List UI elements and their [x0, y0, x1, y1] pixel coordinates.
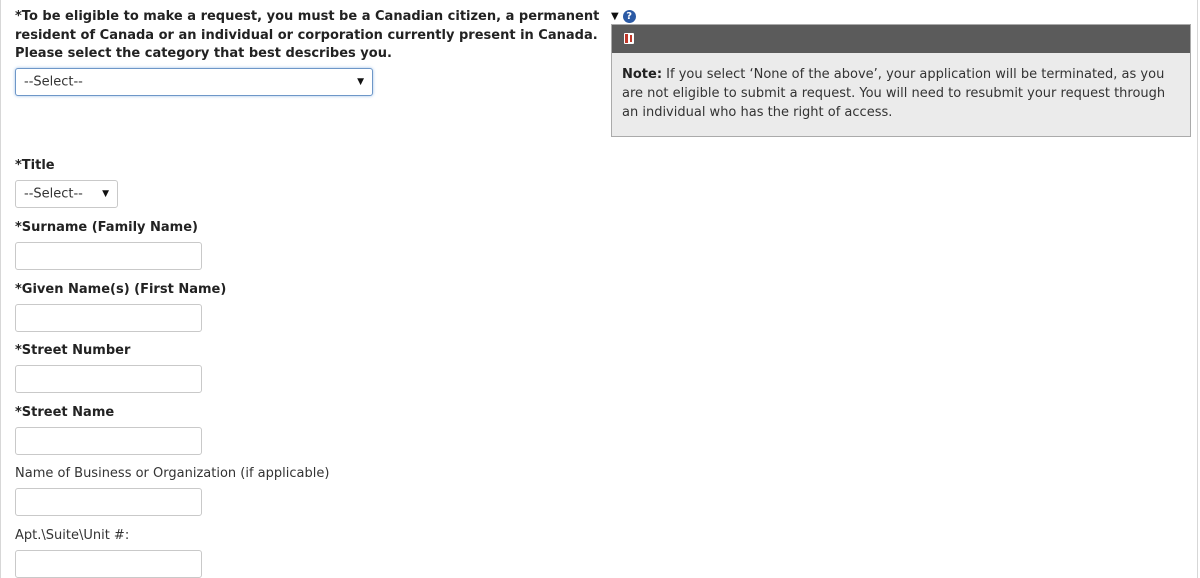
given-name-label: *Given Name(s) (First Name)	[15, 282, 227, 297]
surname-input[interactable]	[15, 242, 202, 270]
note-label: Note:	[622, 67, 663, 82]
title-select[interactable]: --Select-- ▼	[15, 180, 118, 208]
chevron-down-icon: ▼	[357, 77, 364, 87]
expand-triangle-icon: ▼	[611, 10, 619, 22]
street-name-label: *Street Name	[15, 405, 115, 420]
apt-suite-unit-label: Apt.\Suite\Unit #:	[15, 528, 130, 543]
note-body: If you select ‘None of the above’, your …	[622, 67, 1166, 120]
street-number-label: *Street Number	[15, 343, 131, 358]
business-name-input[interactable]	[15, 488, 202, 516]
title-select-value: --Select--	[24, 186, 83, 202]
given-name-input[interactable]	[15, 304, 202, 332]
help-toggle[interactable]: ▼ ?	[611, 9, 636, 23]
eligibility-question: *To be eligible to make a request, you m…	[15, 9, 600, 61]
apt-suite-unit-input[interactable]	[15, 550, 202, 578]
eligibility-category-select[interactable]: --Select-- ▼	[15, 68, 373, 96]
document-icon	[624, 33, 634, 44]
request-form-page: *To be eligible to make a request, you m…	[0, 0, 1198, 578]
title-label: *Title	[15, 158, 55, 173]
street-name-input[interactable]	[15, 427, 202, 455]
business-name-label: Name of Business or Organization (if app…	[15, 466, 330, 481]
help-note-panel: Note: If you select ‘None of the above’,…	[611, 24, 1191, 137]
help-question-icon: ?	[622, 9, 636, 23]
eligibility-select-value: --Select--	[24, 74, 83, 90]
help-note-text: Note: If you select ‘None of the above’,…	[622, 65, 1182, 122]
surname-label: *Surname (Family Name)	[15, 220, 198, 235]
chevron-down-icon: ▼	[102, 189, 109, 199]
street-number-input[interactable]	[15, 365, 202, 393]
help-panel-header	[612, 25, 1190, 53]
